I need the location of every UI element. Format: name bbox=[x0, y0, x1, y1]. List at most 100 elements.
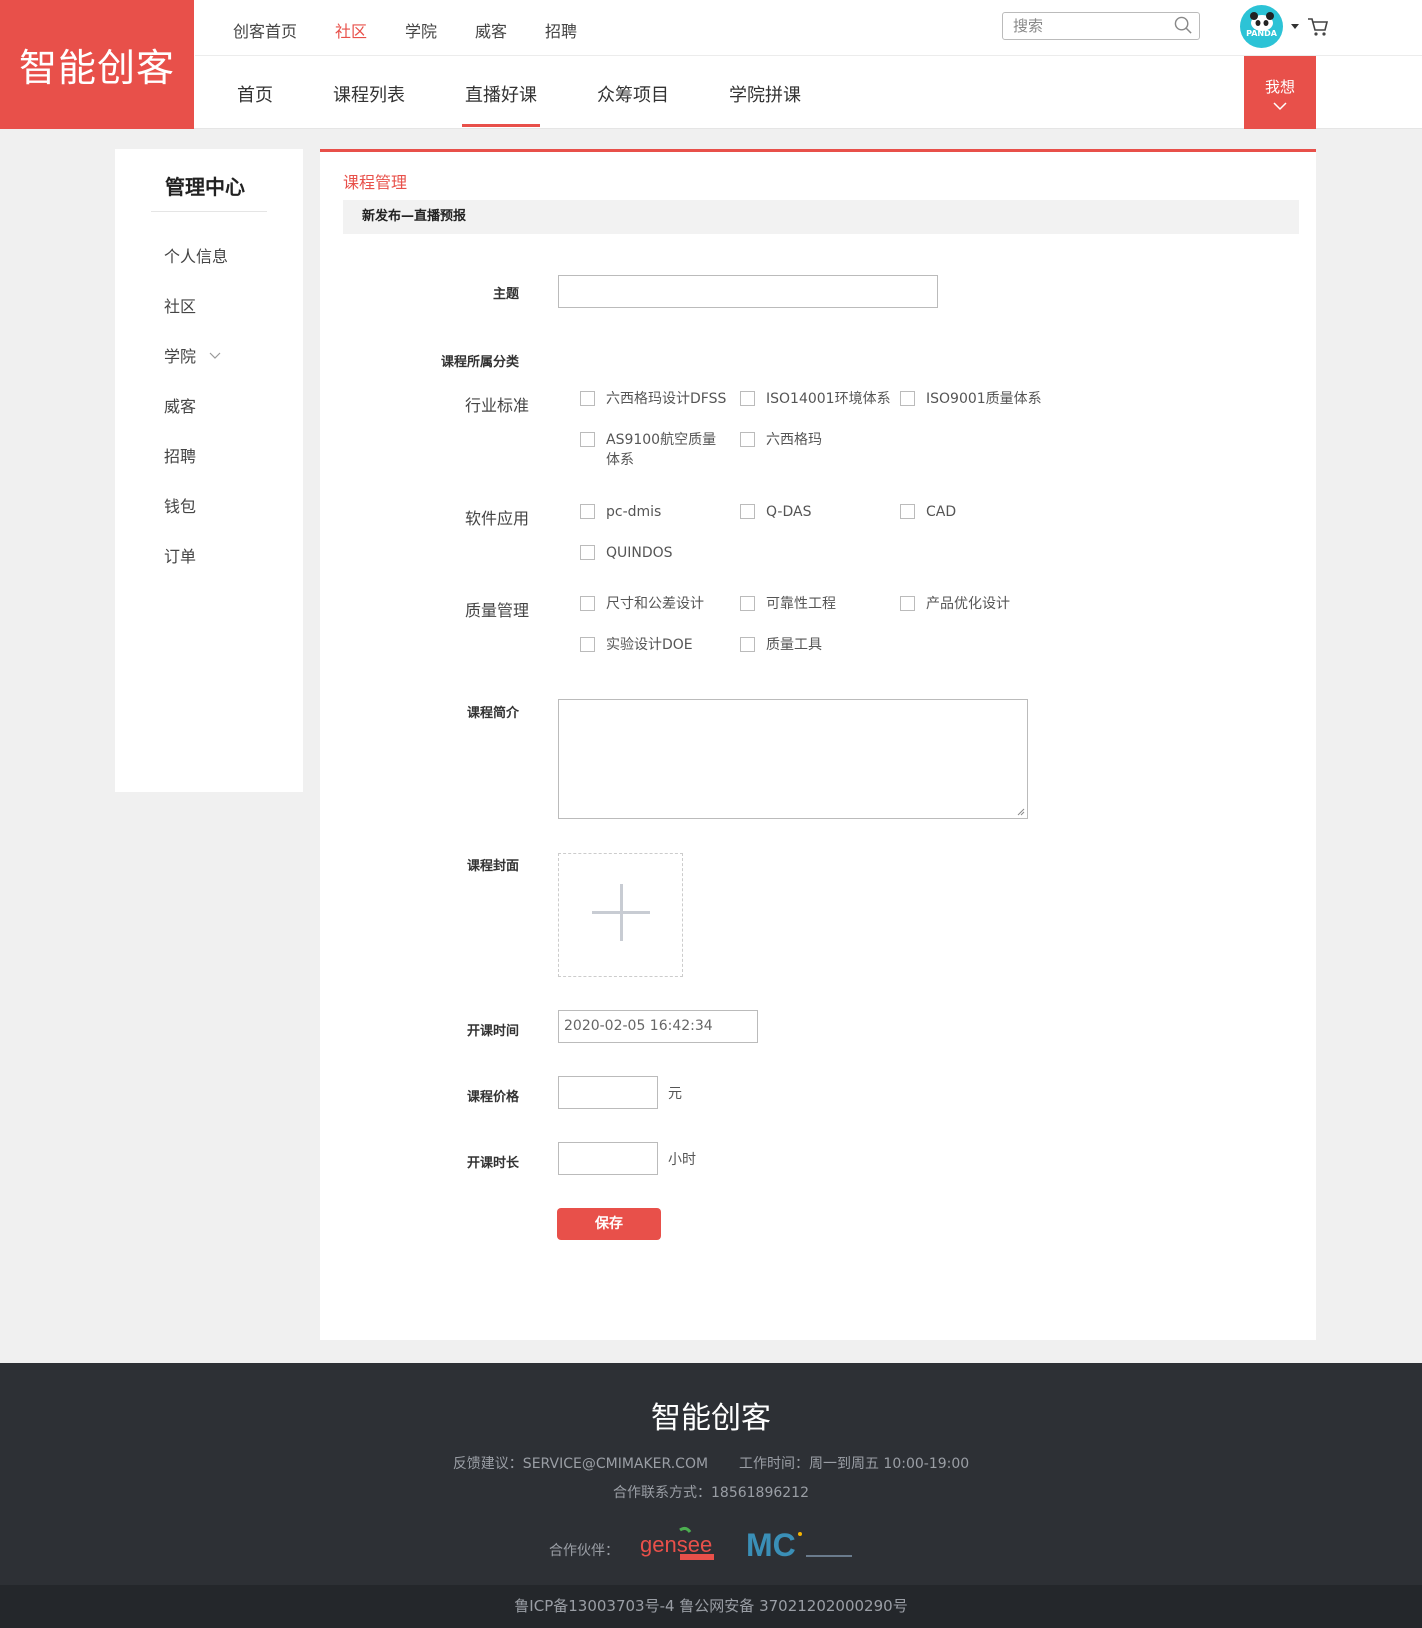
sub-nav-item-group-courses[interactable]: 学院拼课 bbox=[729, 81, 801, 107]
footer-icp: 鲁ICP备13003703号-4 鲁公网安备 37021202000290号 bbox=[0, 1585, 1422, 1628]
cover-upload[interactable] bbox=[558, 853, 683, 977]
checkbox-box[interactable] bbox=[740, 432, 755, 447]
sidebar-item-academy[interactable]: 学院 bbox=[164, 343, 196, 367]
intro-label: 课程简介 bbox=[467, 706, 520, 721]
checkbox-box[interactable] bbox=[900, 596, 915, 611]
topic-label: 主题 bbox=[493, 287, 520, 302]
checkbox-tolerance-design[interactable]: 尺寸和公差设计 bbox=[580, 594, 704, 614]
checkbox-reliability[interactable]: 可靠性工程 bbox=[740, 594, 836, 614]
search-input[interactable]: 搜索 bbox=[1002, 12, 1200, 40]
checkbox-quality-tools[interactable]: 质量工具 bbox=[740, 635, 822, 655]
checkbox-iso9001[interactable]: ISO9001质量体系 bbox=[900, 389, 1042, 409]
sub-nav-item-crowdfunding[interactable]: 众筹项目 bbox=[597, 81, 669, 107]
checkbox-doe[interactable]: 实验设计DOE bbox=[580, 635, 693, 655]
search-icon[interactable] bbox=[1174, 16, 1193, 35]
site-header: 智能创客 创客首页 社区 学院 威客 招聘 搜索 PANDA 首页 课程列表 直… bbox=[0, 0, 1422, 129]
cart-icon[interactable] bbox=[1307, 16, 1329, 38]
checkbox-label: 六西格玛设计DFSS bbox=[606, 391, 727, 407]
sidebar-item-orders[interactable]: 订单 bbox=[164, 543, 196, 567]
panda-icon bbox=[1250, 12, 1274, 31]
checkbox-iso14001[interactable]: ISO14001环境体系 bbox=[740, 389, 891, 409]
want-menu-button[interactable]: 我想 bbox=[1244, 56, 1316, 129]
price-input[interactable] bbox=[558, 1076, 658, 1109]
partner-logo-gensee[interactable]: gensee bbox=[640, 1526, 718, 1564]
footer-feedback-line: 反馈建议：SERVICE@CMIMAKER.COM 工作时间：周一到周五 10:… bbox=[0, 1453, 1422, 1473]
sub-nav-item-home[interactable]: 首页 bbox=[237, 81, 273, 107]
sub-nav-item-course-list[interactable]: 课程列表 bbox=[333, 81, 405, 107]
resize-handle-icon[interactable] bbox=[1017, 808, 1025, 816]
start-time-label: 开课时间 bbox=[467, 1024, 520, 1039]
group-label-quality: 质量管理 bbox=[465, 601, 530, 620]
group-label-industry-standard: 行业标准 bbox=[465, 396, 530, 415]
checkbox-box[interactable] bbox=[740, 637, 755, 652]
checkbox-label: 可靠性工程 bbox=[766, 596, 836, 612]
sidebar-item-community[interactable]: 社区 bbox=[164, 293, 196, 317]
footer-contact: 合作联系方式：18561896212 bbox=[613, 1485, 809, 1501]
checkbox-product-optimization[interactable]: 产品优化设计 bbox=[900, 594, 1010, 614]
price-label: 课程价格 bbox=[467, 1090, 520, 1105]
footer-hours: 工作时间：周一到周五 10:00-19:00 bbox=[738, 1456, 970, 1472]
footer-partners-label: 合作伙伴： bbox=[549, 1543, 619, 1559]
checkbox-box[interactable] bbox=[900, 391, 915, 406]
checkbox-box[interactable] bbox=[580, 596, 595, 611]
breadcrumb[interactable]: 课程管理 bbox=[343, 169, 407, 193]
group-label-software: 软件应用 bbox=[465, 509, 530, 528]
top-nav-item-academy[interactable]: 学院 bbox=[405, 18, 437, 42]
checkbox-box[interactable] bbox=[740, 391, 755, 406]
checkbox-quindos[interactable]: QUINDOS bbox=[580, 543, 673, 563]
checkbox-label: Q-DAS bbox=[766, 504, 812, 520]
checkbox-six-sigma[interactable]: 六西格玛 bbox=[740, 430, 822, 450]
checkbox-as9100[interactable]: AS9100航空质量体系 bbox=[580, 430, 730, 470]
duration-input[interactable] bbox=[558, 1142, 658, 1175]
sidebar-item-wallet[interactable]: 钱包 bbox=[164, 493, 196, 517]
sidebar: 管理中心 个人信息 社区 学院 威客 招聘 钱包 订单 bbox=[115, 149, 303, 792]
checkbox-label: CAD bbox=[926, 504, 957, 520]
sidebar-item-jobs[interactable]: 招聘 bbox=[164, 443, 196, 467]
save-button[interactable]: 保存 bbox=[557, 1208, 661, 1240]
checkbox-label: ISO14001环境体系 bbox=[766, 391, 891, 407]
chevron-down-icon[interactable] bbox=[209, 352, 221, 360]
top-nav-item-jobs[interactable]: 招聘 bbox=[545, 18, 577, 42]
checkbox-dfss[interactable]: 六西格玛设计DFSS bbox=[580, 389, 726, 409]
top-nav-item-maker-home[interactable]: 创客首页 bbox=[233, 18, 297, 42]
duration-unit: 小时 bbox=[668, 1152, 696, 1168]
avatar[interactable]: PANDA bbox=[1240, 5, 1283, 48]
partner-name: gensee bbox=[640, 1532, 712, 1557]
checkbox-box[interactable] bbox=[740, 596, 755, 611]
checkbox-box[interactable] bbox=[580, 637, 595, 652]
checkbox-label: AS9100航空质量体系 bbox=[606, 432, 717, 468]
top-nav-item-weike[interactable]: 威客 bbox=[475, 18, 507, 42]
footer-logo: 智能创客 bbox=[651, 1401, 771, 1436]
site-logo[interactable]: 智能创客 bbox=[0, 0, 194, 129]
divider bbox=[151, 211, 267, 212]
sub-nav-item-live-courses[interactable]: 直播好课 bbox=[465, 81, 537, 107]
sidebar-item-weike[interactable]: 威客 bbox=[164, 393, 196, 417]
intro-textarea[interactable] bbox=[558, 699, 1028, 819]
avatar-text: PANDA bbox=[1246, 29, 1277, 38]
cover-label: 课程封面 bbox=[467, 859, 520, 874]
active-tab-indicator bbox=[462, 124, 540, 127]
caret-down-icon[interactable] bbox=[1291, 24, 1299, 29]
top-nav-item-community[interactable]: 社区 bbox=[335, 18, 367, 42]
partner-logo-mc[interactable]: MC bbox=[746, 1526, 856, 1564]
footer-feedback[interactable]: 反馈建议：SERVICE@CMIMAKER.COM bbox=[453, 1456, 708, 1472]
checkbox-q-das[interactable]: Q-DAS bbox=[740, 502, 811, 522]
top-nav: 创客首页 社区 学院 威客 招聘 bbox=[195, 0, 1422, 56]
topic-input[interactable] bbox=[558, 275, 938, 308]
checkbox-cad[interactable]: CAD bbox=[900, 502, 956, 522]
checkbox-label: pc-dmis bbox=[606, 504, 662, 520]
checkbox-box[interactable] bbox=[580, 545, 595, 560]
checkbox-label: 实验设计DOE bbox=[606, 637, 693, 653]
plus-icon bbox=[592, 911, 650, 914]
category-label: 课程所属分类 bbox=[441, 355, 520, 370]
checkbox-box[interactable] bbox=[580, 504, 595, 519]
checkbox-label: QUINDOS bbox=[606, 545, 673, 561]
sidebar-item-profile[interactable]: 个人信息 bbox=[164, 243, 228, 267]
checkbox-pc-dmis[interactable]: pc-dmis bbox=[580, 502, 661, 522]
checkbox-box[interactable] bbox=[580, 391, 595, 406]
checkbox-box[interactable] bbox=[900, 504, 915, 519]
checkbox-label: 质量工具 bbox=[766, 637, 822, 653]
start-time-input[interactable]: 2020-02-05 16:42:34 bbox=[558, 1010, 758, 1043]
checkbox-box[interactable] bbox=[580, 432, 595, 447]
checkbox-box[interactable] bbox=[740, 504, 755, 519]
